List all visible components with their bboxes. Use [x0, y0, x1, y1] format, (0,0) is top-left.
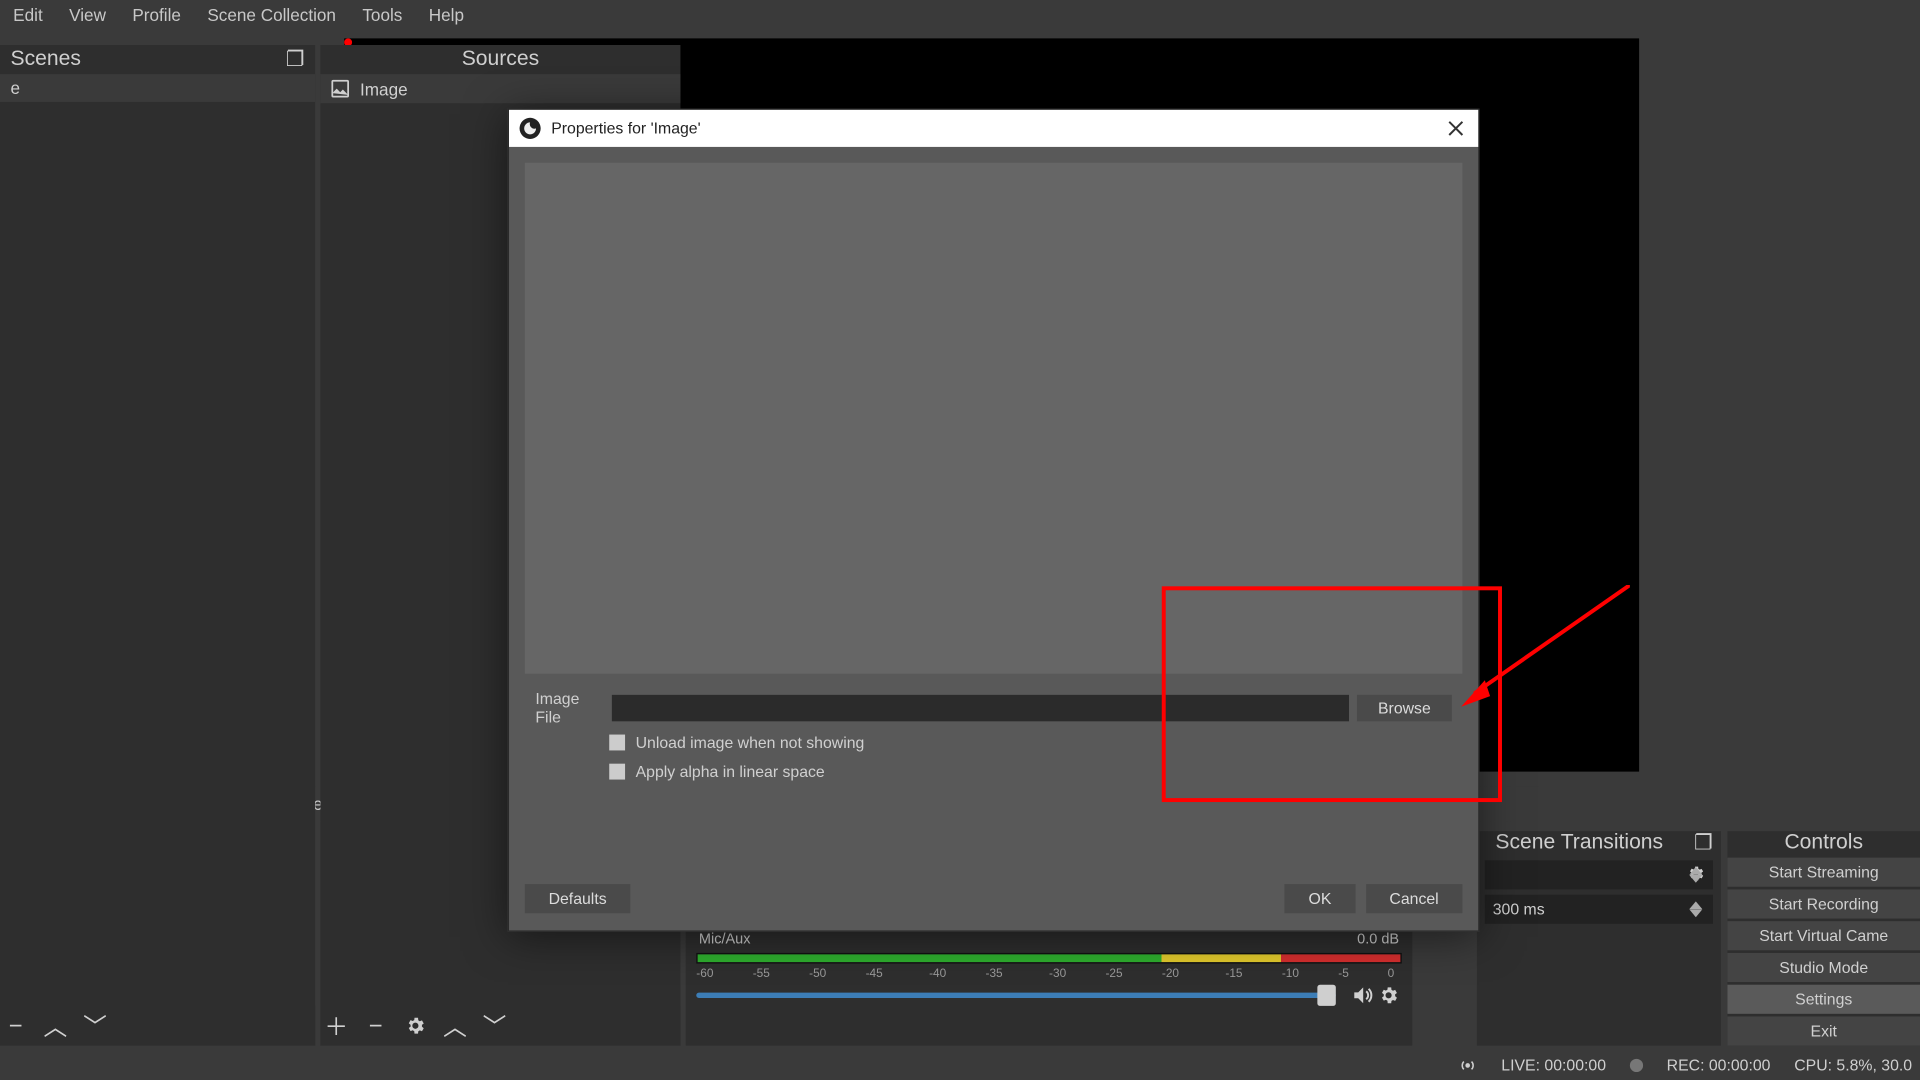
controls-header: Controls	[1727, 831, 1920, 855]
close-button[interactable]	[1441, 114, 1470, 143]
chevron-up-icon[interactable]: ︿	[443, 1014, 467, 1038]
properties-dialog: Properties for 'Image' Image File Browse…	[508, 109, 1480, 932]
minus-icon[interactable]: −	[4, 1014, 28, 1038]
unload-checkbox[interactable]: Unload image when not showing	[609, 728, 1452, 757]
menu-edit[interactable]: Edit	[13, 5, 43, 25]
image-source-icon	[328, 77, 352, 101]
menu-profile[interactable]: Profile	[132, 5, 181, 25]
gear-icon[interactable]	[1375, 982, 1401, 1008]
scene-transitions-dock: Scene Transitions ❐ 300 ms	[1477, 831, 1721, 1045]
defaults-button[interactable]: Defaults	[525, 884, 631, 913]
ok-button[interactable]: OK	[1285, 884, 1355, 913]
chevron-updown-icon[interactable]	[1689, 860, 1710, 889]
status-rec: REC: 00:00:00	[1667, 1056, 1771, 1075]
menu-view[interactable]: View	[69, 5, 106, 25]
obs-logo-icon	[520, 118, 541, 139]
broadcast-icon	[1459, 1056, 1477, 1075]
transition-duration-field[interactable]: 300 ms	[1485, 895, 1713, 924]
menu-bar: Edit View Profile Scene Collection Tools…	[0, 0, 1920, 29]
status-live: LIVE: 00:00:00	[1501, 1056, 1606, 1075]
cancel-button[interactable]: Cancel	[1366, 884, 1463, 913]
settings-button[interactable]: Settings	[1727, 985, 1920, 1014]
source-item[interactable]: Image	[320, 74, 680, 103]
scenes-header: Scenes ❐	[0, 45, 315, 74]
transitions-header: Scene Transitions ❐	[1477, 831, 1721, 855]
status-cpu: CPU: 5.8%, 30.0	[1794, 1056, 1912, 1075]
studio-mode-button[interactable]: Studio Mode	[1727, 953, 1920, 982]
start-virtual-camera-button[interactable]: Start Virtual Came	[1727, 921, 1920, 950]
chevron-up-icon[interactable]: ︿	[44, 1014, 68, 1038]
sources-toolbar: ＋ − ︿ ﹀	[320, 1006, 680, 1046]
scene-item[interactable]: e	[0, 74, 315, 102]
scenes-dock: Scenes ❐ e − ︿ ﹀	[0, 45, 315, 1046]
mixer-level-readout: 0.0 dB	[1357, 932, 1399, 948]
menu-help[interactable]: Help	[429, 5, 464, 25]
slider-thumb-icon[interactable]	[1317, 985, 1335, 1006]
checkbox-icon	[609, 735, 625, 751]
dialog-titlebar[interactable]: Properties for 'Image'	[509, 110, 1478, 147]
start-recording-button[interactable]: Start Recording	[1727, 889, 1920, 918]
chevron-updown-icon[interactable]	[1689, 895, 1710, 924]
speaker-icon[interactable]	[1349, 982, 1375, 1008]
browse-button[interactable]: Browse	[1357, 695, 1452, 721]
plus-icon[interactable]: ＋	[324, 1014, 348, 1038]
minus-icon[interactable]: −	[364, 1014, 388, 1038]
chevron-down-icon[interactable]: ﹀	[483, 1014, 507, 1038]
audio-meter: -60 -55 -50 -45 -40 -35 -30 -25 -20 -15 …	[696, 948, 1401, 982]
menu-scene-collection[interactable]: Scene Collection	[207, 5, 336, 25]
checkbox-icon	[609, 764, 625, 780]
image-file-input[interactable]	[612, 695, 1349, 721]
record-dot-icon	[1630, 1059, 1643, 1072]
detach-icon[interactable]: ❐	[1694, 830, 1713, 856]
menu-tools[interactable]: Tools	[362, 5, 402, 25]
scenes-toolbar: − ︿ ﹀	[0, 1006, 315, 1046]
alpha-linear-checkbox[interactable]: Apply alpha in linear space	[609, 757, 1452, 786]
transition-type-combo[interactable]	[1485, 860, 1713, 889]
status-bar: LIVE: 00:00:00 REC: 00:00:00 CPU: 5.8%, …	[0, 1051, 1920, 1080]
detach-icon[interactable]: ❐	[286, 46, 305, 72]
dialog-preview-area	[525, 163, 1463, 674]
image-file-label: Image File	[535, 690, 606, 727]
start-streaming-button[interactable]: Start Streaming	[1727, 858, 1920, 887]
sources-header: Sources	[320, 45, 680, 74]
chevron-down-icon[interactable]: ﹀	[83, 1014, 107, 1038]
volume-slider[interactable]	[696, 993, 1336, 998]
gear-icon[interactable]	[404, 1014, 428, 1038]
dialog-title: Properties for 'Image'	[551, 119, 1441, 138]
mixer-channel-name: Mic/Aux	[699, 932, 751, 948]
exit-button[interactable]: Exit	[1727, 1016, 1920, 1045]
close-icon	[1448, 120, 1464, 136]
controls-dock: Controls Start Streaming Start Recording…	[1727, 831, 1920, 1045]
